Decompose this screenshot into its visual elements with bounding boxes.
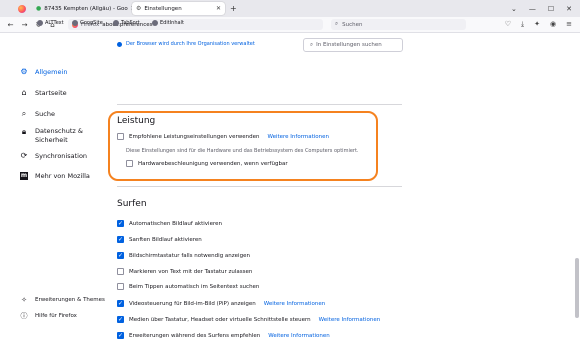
browsing-option-row: ✓ Erweiterungen während des Surfens empfe… — [117, 332, 330, 339]
search-placeholder: In Einstellungen suchen — [316, 42, 382, 48]
forward-icon[interactable]: → — [21, 21, 28, 29]
browsing-option-checkbox[interactable] — [117, 283, 124, 290]
divider — [117, 104, 402, 105]
browsing-option-row: ✓ Automatischen Bildlauf aktivieren — [117, 220, 222, 227]
browsing-heading: Surfen — [117, 199, 147, 209]
browsing-option-label: Erweiterungen während des Surfens empfeh… — [129, 332, 261, 339]
sidebar-item-label: Datenschutz & Sicherheit — [35, 127, 83, 144]
sidebar-item-mozilla[interactable]: m Mehr von Mozilla — [20, 172, 90, 180]
policy-notice[interactable]: Der Browser wird durch Ihre Organisation… — [117, 41, 255, 47]
browsing-option-label: Medien über Tastatur, Headset oder virtu… — [129, 316, 311, 323]
browsing-option-checkbox[interactable]: ✓ — [117, 300, 124, 307]
download-icon[interactable]: ⤓ — [521, 20, 524, 29]
browsing-option-label: Sanften Bildlauf aktivieren — [129, 236, 202, 243]
menu-icon[interactable]: ≡ — [566, 20, 572, 29]
divider — [117, 186, 402, 187]
preferences-search-input[interactable]: ⌕ In Einstellungen suchen — [303, 38, 403, 52]
puzzle-icon: ✧ — [21, 295, 27, 304]
url-bar[interactable]: Firefox about:preferences — [68, 19, 323, 30]
performance-heading: Leistung — [117, 116, 156, 126]
help-icon: ⓘ — [20, 311, 28, 320]
browsing-option-label: Markieren von Text mit der Tastatur zula… — [129, 268, 253, 275]
close-window-icon[interactable]: ✕ — [566, 5, 572, 13]
tab-settings[interactable]: ⚙ Einstellungen ✕ — [132, 2, 225, 15]
browsing-option-row: Markieren von Text mit der Tastatur zula… — [117, 268, 252, 275]
tab-title: 87435 Kempten (Allgäu) - Goo — [44, 5, 128, 12]
bookmark-item[interactable]: ALTText — [37, 20, 64, 26]
gear-icon: ⚙ — [20, 67, 28, 76]
sidebar-item-privacy[interactable]: 🔒︎ Datenschutz & Sicherheit — [20, 127, 83, 145]
search-icon: ⌕ — [310, 41, 314, 48]
globe-icon — [152, 20, 158, 26]
pocket-icon[interactable]: ♡ — [505, 20, 511, 29]
back-icon[interactable]: ← — [7, 21, 14, 29]
sidebar-footer-help[interactable]: ⓘ Hilfe für Firefox — [20, 312, 77, 320]
lock-icon: 🔒︎ — [21, 127, 27, 136]
search-bar[interactable]: ⌕ Suchen — [331, 19, 466, 30]
home-icon: ⌂ — [21, 88, 27, 97]
sidebar-item-general[interactable]: ⚙ Allgemein — [20, 67, 67, 77]
close-tab-icon[interactable]: ✕ — [216, 5, 221, 12]
browsing-option-row: ✓ Sanften Bildlauf aktivieren — [117, 236, 202, 243]
new-tab-button[interactable]: + — [230, 4, 237, 13]
mozilla-icon: m — [20, 172, 28, 180]
firefox-icon — [17, 4, 26, 13]
account-icon[interactable]: ◉ — [550, 20, 556, 29]
browsing-option-row: ✓ Bildschirmtastatur falls notwendig anze… — [117, 252, 250, 259]
minimize-icon[interactable]: — — [529, 5, 536, 13]
bookmark-item[interactable]: TabSort — [113, 20, 140, 26]
sidebar-footer-extensions[interactable]: ✧ Erweiterungen & Themes — [20, 296, 105, 304]
search-placeholder: Suchen — [342, 21, 363, 28]
learn-more-link[interactable]: Weitere Informationen — [319, 317, 381, 323]
search-icon: ⌕ — [335, 21, 339, 27]
recommended-performance-checkbox[interactable] — [117, 133, 124, 140]
policy-notice-text: Der Browser wird durch Ihre Organisation… — [126, 41, 255, 47]
globe-icon — [37, 20, 43, 26]
firefox-view-button[interactable] — [14, 2, 29, 15]
browsing-option-checkbox[interactable]: ✓ — [117, 220, 124, 227]
map-pin-icon: ● — [36, 5, 42, 12]
list-all-tabs-icon[interactable]: ⌄ — [511, 5, 517, 13]
browsing-option-checkbox[interactable]: ✓ — [117, 316, 124, 323]
building-icon — [117, 41, 122, 47]
browsing-option-label: Automatischen Bildlauf aktivieren — [129, 220, 222, 227]
browsing-option-label: Bildschirmtastatur falls notwendig anzei… — [129, 252, 250, 259]
browsing-option-checkbox[interactable]: ✓ — [117, 332, 124, 339]
browsing-option-row: Beim Tippen automatisch im Seitentext su… — [117, 283, 259, 290]
browsing-option-checkbox[interactable] — [117, 268, 124, 275]
scrollbar[interactable] — [575, 258, 579, 318]
tab-bar: ● 87435 Kempten (Allgäu) - Goo ✕ ⚙ Einst… — [0, 0, 580, 17]
tab-title: Einstellungen — [144, 5, 182, 12]
globe-icon — [113, 20, 119, 26]
browsing-option-checkbox[interactable]: ✓ — [117, 252, 124, 259]
bookmark-item[interactable]: EditInhalt — [152, 20, 184, 26]
performance-description: Diese Einstellungen sind für die Hardwar… — [126, 148, 359, 154]
hardware-acceleration-row: Hardwarebeschleunigung verwenden, wenn v… — [126, 160, 288, 167]
learn-more-link[interactable]: Weitere Informationen — [264, 301, 326, 307]
globe-icon — [72, 20, 78, 26]
hardware-acceleration-checkbox[interactable] — [126, 160, 133, 167]
tab-maps[interactable]: ● 87435 Kempten (Allgäu) - Goo ✕ — [32, 2, 132, 15]
sidebar-item-home[interactable]: ⌂ Startseite — [20, 88, 66, 98]
recommended-performance-row: Empfohlene Leistungseinstellungen verwen… — [117, 133, 329, 140]
browsing-option-checkbox[interactable]: ✓ — [117, 236, 124, 243]
extensions-icon[interactable]: ✦ — [534, 20, 540, 29]
search-icon: ⌕ — [21, 109, 27, 118]
browsing-option-row: ✓ Medien über Tastatur, Headset oder virt… — [117, 316, 380, 323]
learn-more-link[interactable]: Weitere Informationen — [267, 134, 329, 140]
browsing-option-row: ✓ Videosteuerung für Bild-im-Bild (PiP) a… — [117, 300, 325, 307]
bookmark-item[interactable]: GoogSite — [72, 20, 103, 26]
sidebar-item-sync[interactable]: ⟳ Synchronisation — [20, 151, 87, 161]
browsing-option-label: Beim Tippen automatisch im Seitentext su… — [129, 283, 260, 290]
sync-icon: ⟳ — [20, 151, 28, 160]
gear-icon: ⚙ — [136, 5, 142, 12]
browsing-option-label: Videosteuerung für Bild-im-Bild (PiP) an… — [129, 300, 256, 307]
sidebar-item-search[interactable]: ⌕ Suche — [20, 109, 55, 119]
maximize-icon[interactable]: ☐ — [548, 5, 554, 13]
learn-more-link[interactable]: Weitere Informationen — [268, 333, 330, 339]
